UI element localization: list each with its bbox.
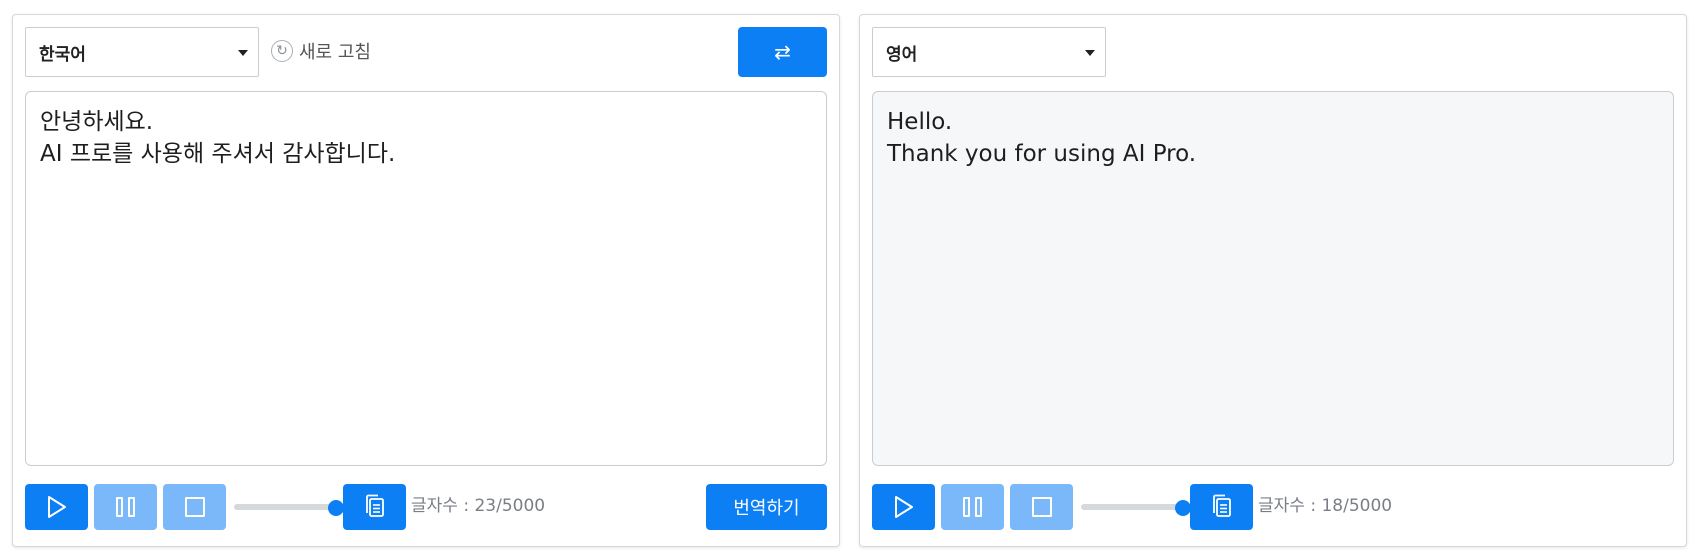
pause-button[interactable] — [941, 484, 1004, 530]
play-icon — [894, 496, 913, 518]
copy-button[interactable] — [343, 484, 406, 530]
swap-icon: ⇄ — [774, 40, 791, 64]
source-language-select[interactable]: 한국어 — [25, 27, 259, 77]
target-text-line: Thank you for using AI Pro. — [887, 141, 1197, 167]
copy-icon — [365, 494, 384, 517]
source-language-label: 한국어 — [39, 44, 86, 65]
stop-icon — [184, 497, 205, 517]
slider-thumb[interactable] — [328, 500, 344, 516]
stop-button[interactable] — [1010, 484, 1073, 530]
source-panel: 한국어 ↻ 새로 고침 ⇄ 안녕하세요. AI 프로를 사용해 주셔서 감사합니… — [12, 14, 840, 547]
slider-track — [1081, 504, 1183, 510]
play-button[interactable] — [25, 484, 88, 530]
chevron-down-icon — [238, 50, 248, 56]
copy-icon — [1212, 494, 1231, 517]
target-text-output[interactable]: Hello. Thank you for using AI Pro. — [872, 91, 1674, 466]
refresh-icon: ↻ — [271, 40, 293, 62]
target-text-line: Hello. — [887, 109, 953, 135]
source-text-input[interactable]: 안녕하세요. AI 프로를 사용해 주셔서 감사합니다. — [25, 91, 827, 466]
source-text-line: 안녕하세요. — [40, 109, 154, 135]
target-language-select[interactable]: 영어 — [872, 27, 1106, 77]
pause-icon — [963, 497, 982, 517]
stop-button[interactable] — [163, 484, 226, 530]
swap-languages-button[interactable]: ⇄ — [738, 27, 827, 77]
refresh-button[interactable]: ↻ 새로 고침 — [271, 38, 371, 64]
target-language-label: 영어 — [886, 44, 918, 65]
target-char-count: 글자수 : 18/5000 — [1258, 496, 1393, 516]
play-button[interactable] — [872, 484, 935, 530]
pause-button[interactable] — [94, 484, 157, 530]
slider-thumb[interactable] — [1175, 500, 1191, 516]
play-icon — [47, 496, 66, 518]
chevron-down-icon — [1085, 50, 1095, 56]
refresh-label: 새로 고침 — [299, 42, 371, 63]
copy-button[interactable] — [1190, 484, 1253, 530]
stop-icon — [1031, 497, 1052, 517]
translate-label: 번역하기 — [733, 498, 800, 519]
target-panel: 영어 Hello. Thank you for using AI Pro. 글자… — [859, 14, 1687, 547]
slider-track — [234, 504, 336, 510]
source-char-count: 글자수 : 23/5000 — [411, 496, 546, 516]
speech-speed-slider[interactable] — [234, 500, 344, 516]
speech-speed-slider[interactable] — [1081, 500, 1191, 516]
source-text-line: AI 프로를 사용해 주셔서 감사합니다. — [40, 141, 396, 167]
translate-button[interactable]: 번역하기 — [706, 484, 827, 530]
pause-icon — [116, 497, 135, 517]
